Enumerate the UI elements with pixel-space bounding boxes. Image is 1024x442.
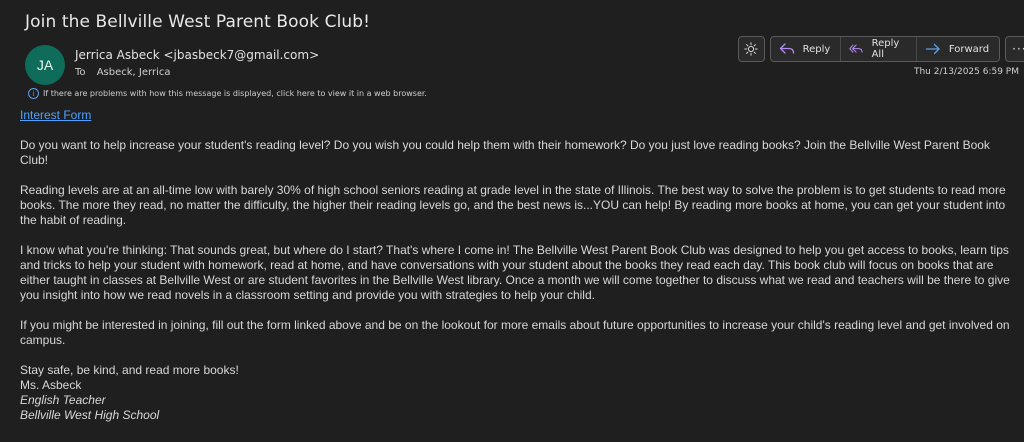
more-actions-button[interactable]: ··· — [1005, 36, 1024, 62]
display-problem-notice[interactable]: i If there are problems with how this me… — [28, 88, 427, 99]
email-subject: Join the Bellville West Parent Book Club… — [25, 12, 371, 32]
signature-block: Stay safe, be kind, and read more books!… — [20, 363, 1020, 423]
sun-icon — [744, 42, 759, 56]
reply-label: Reply — [802, 43, 831, 55]
reply-all-label: Reply All — [871, 38, 900, 60]
reply-actions-group: Reply Reply All Forward — [769, 36, 1001, 62]
message-body: Interest Form Do you want to help increa… — [20, 108, 1020, 423]
info-icon: i — [28, 88, 39, 99]
forward-icon — [925, 43, 940, 55]
sent-timestamp: Thu 2/13/2025 6:59 PM — [913, 67, 1019, 77]
email-reading-pane: Join the Bellville West Parent Book Club… — [0, 0, 1024, 442]
closing-line: Stay safe, be kind, and read more books! — [20, 363, 239, 377]
reply-icon — [779, 43, 794, 54]
notice-text[interactable]: If there are problems with how this mess… — [43, 89, 427, 98]
body-paragraph: Reading levels are at an all-time low wi… — [20, 183, 1006, 227]
signature-title: English Teacher — [20, 393, 106, 407]
message-toolbar: Reply Reply All Forward ··· — [738, 36, 1024, 62]
more-icon: ··· — [1012, 42, 1024, 56]
recipient-name[interactable]: Asbeck, Jerrica — [97, 67, 171, 78]
reply-all-icon — [849, 44, 863, 53]
body-paragraph: I know what you're thinking: That sounds… — [20, 243, 1010, 302]
forward-button[interactable]: Forward — [917, 37, 999, 61]
forward-label: Forward — [948, 43, 990, 55]
signature-school: Bellville West High School — [20, 408, 160, 422]
recipient-line: To Asbeck, Jerrica — [75, 67, 170, 78]
signature-name: Ms. Asbeck — [20, 378, 82, 392]
to-label: To — [75, 67, 86, 78]
reply-all-button[interactable]: Reply All — [841, 37, 917, 61]
interest-form-link[interactable]: Interest Form — [20, 108, 91, 122]
body-paragraph: Do you want to help increase your studen… — [20, 138, 990, 167]
avatar[interactable]: JA — [25, 45, 65, 85]
theme-toggle-button[interactable] — [738, 36, 765, 62]
reply-button[interactable]: Reply — [771, 37, 842, 61]
sender-name-email[interactable]: Jerrica Asbeck <jbasbeck7@gmail.com> — [75, 48, 319, 62]
body-paragraph: If you might be interested in joining, f… — [20, 318, 1010, 347]
